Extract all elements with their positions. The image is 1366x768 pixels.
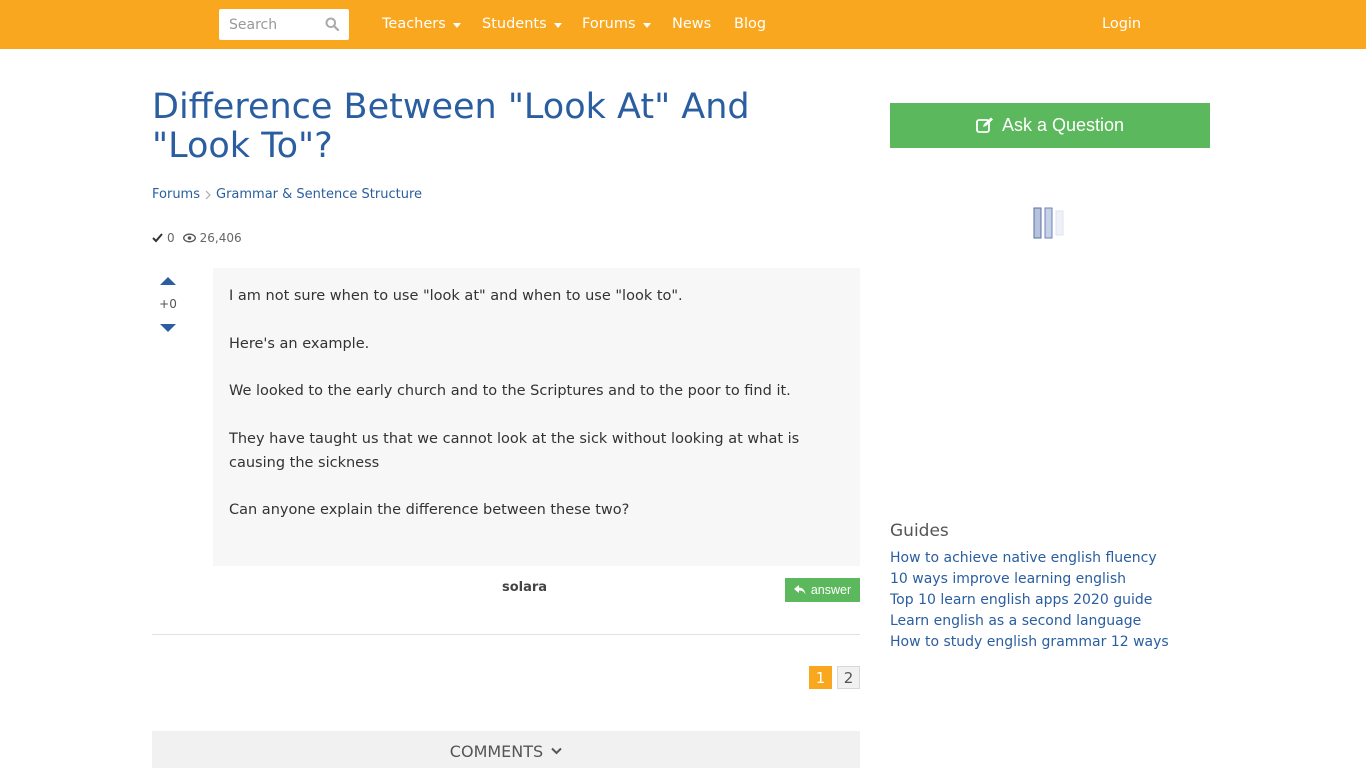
upvote-icon[interactable] [160,277,176,285]
comments-label: COMMENTS [449,741,544,761]
vote-score: +0 [159,297,177,311]
guide-link[interactable]: 10 ways improve learning english [890,569,1169,590]
breadcrumb: Forums Grammar & Sentence Structure [152,187,422,202]
answer-button[interactable]: answer [785,578,860,602]
search-input[interactable] [219,9,319,40]
loading-icon [1033,207,1064,239]
breadcrumb-forums[interactable]: Forums [152,187,200,202]
nav-forums-label: Forums [582,16,636,32]
nav-forums[interactable]: Forums [582,16,651,32]
question-body: I am not sure when to use "look at" and … [213,268,860,566]
nav-students[interactable]: Students [482,16,562,32]
nav-news[interactable]: News [672,16,711,32]
chevron-down-icon [551,747,562,755]
chevron-down-icon [553,22,562,28]
nav-news-label: News [672,16,712,32]
chevron-right-icon [205,190,211,199]
check-icon [152,233,163,243]
nav-students-label: Students [482,16,547,32]
login-link[interactable]: Login [1102,16,1141,32]
breadcrumb-grammar[interactable]: Grammar & Sentence Structure [216,187,422,202]
question-paragraph: They have taught us that we cannot look … [229,430,800,471]
guide-link[interactable]: Learn english as a second language [890,611,1169,632]
question-paragraph: Can anyone explain the difference betwee… [229,502,630,518]
ask-question-label: Ask a Question [1001,115,1125,135]
question-stats: 0 26,406 [152,231,242,245]
page-1-link[interactable]: 1 [809,666,832,689]
divider [152,634,860,635]
guide-link[interactable]: Top 10 learn english apps 2020 guide [890,590,1169,611]
guides-list: How to achieve native english fluency 10… [890,548,1169,653]
chevron-down-icon [452,22,461,28]
page-2-link[interactable]: 2 [837,666,860,689]
reply-icon [793,585,806,595]
edit-icon [976,117,993,133]
downvote-icon[interactable] [160,324,176,332]
top-navbar: Teachers Students Forums News Blog Login [0,0,1366,49]
question-paragraph: Here's an example. [229,335,370,352]
guide-link[interactable]: How to study english grammar 12 ways [890,632,1169,653]
views-count: 26,406 [199,231,242,245]
page-title: Difference Between "Look At" And "Look T… [152,87,750,166]
question-paragraph: I am not sure when to use "look at" and … [229,288,683,304]
guide-link[interactable]: How to achieve native english fluency [890,548,1169,569]
answer-button-label: answer [810,583,852,597]
question-paragraph: We looked to the early church and to the… [229,383,791,399]
chevron-down-icon [642,22,651,28]
nav-blog[interactable]: Blog [734,16,766,32]
nav-teachers-label: Teachers [382,16,446,32]
nav-blog-label: Blog [734,16,767,32]
answers-count: 0 [167,231,175,245]
author-name[interactable]: solara [502,580,547,595]
ask-question-button[interactable]: Ask a Question [890,103,1210,148]
nav-teachers[interactable]: Teachers [382,16,461,32]
eye-icon [182,233,196,243]
search-icon[interactable] [325,17,339,31]
comments-toggle[interactable]: COMMENTS [152,731,860,768]
guides-title: Guides [890,521,949,541]
